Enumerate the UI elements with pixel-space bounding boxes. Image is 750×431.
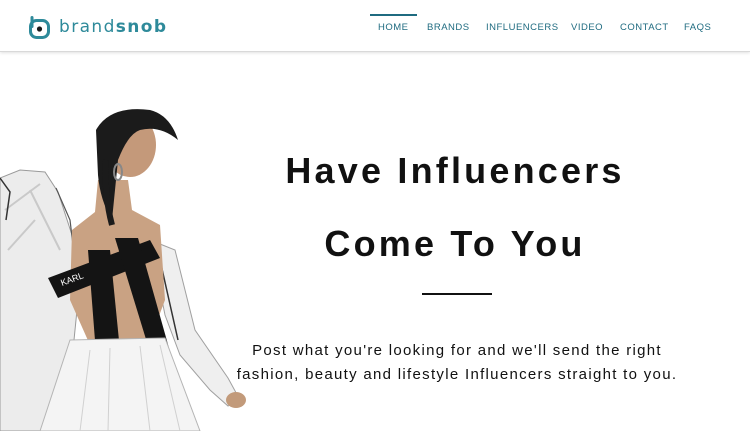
hero-headline-line1: Have Influencers: [285, 150, 625, 191]
main-nav: HOME BRANDS INFLUENCERS VIDEO CONTACT FA…: [0, 0, 750, 52]
nav-item-influencers[interactable]: INFLUENCERS: [486, 22, 559, 33]
nav-item-brands[interactable]: BRANDS: [427, 22, 470, 33]
headline-divider: [422, 293, 492, 295]
nav-item-video[interactable]: VIDEO: [571, 22, 603, 33]
fashion-model-photo: KARL: [0, 109, 246, 431]
hero-subtext: Post what you're looking for and we'll s…: [236, 342, 678, 383]
nav-item-contact[interactable]: CONTACT: [620, 22, 669, 33]
nav-item-home[interactable]: HOME: [370, 14, 416, 33]
site-header: brandsnob HOME BRANDS INFLUENCERS VIDEO …: [0, 0, 750, 52]
hero-headline-line2: Come To You: [324, 223, 586, 264]
nav-item-faqs[interactable]: FAQS: [684, 22, 711, 33]
